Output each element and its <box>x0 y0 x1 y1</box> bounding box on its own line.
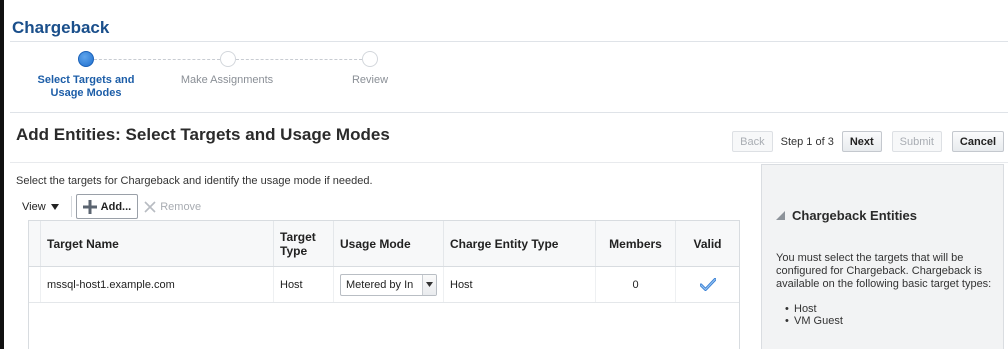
table-toolbar: View Add... Remove <box>18 192 262 221</box>
dropdown-arrow-icon[interactable] <box>422 274 436 295</box>
usage-mode-select[interactable]: Metered by In <box>340 273 437 296</box>
section-divider <box>10 112 1008 113</box>
remove-button[interactable]: Remove <box>138 201 207 213</box>
cell-target-type: Host <box>274 267 334 302</box>
table-header-row: Target Name Target Type Usage Mode Charg… <box>29 221 739 267</box>
usage-mode-value: Metered by In <box>346 278 414 291</box>
page-title: Add Entities: Select Targets and Usage M… <box>16 125 390 144</box>
column-header-members[interactable]: Members <box>596 221 676 266</box>
list-item: Host <box>785 303 998 315</box>
back-button[interactable]: Back <box>732 131 773 152</box>
train-label-make-assignments[interactable]: Make Assignments <box>162 74 292 87</box>
train-nav-bar: Back Step 1 of 3 Next Submit Cancel <box>732 131 1004 152</box>
row-selector-header <box>29 221 41 266</box>
caret-down-icon <box>50 203 59 210</box>
column-header-target-type[interactable]: Target Type <box>274 221 334 266</box>
panel-description: You must select the targets that will be… <box>776 252 992 290</box>
submit-button[interactable]: Submit <box>891 131 942 152</box>
cell-charge-entity-type: Host <box>444 267 596 302</box>
header-line: Target <box>280 229 316 244</box>
app-title: Chargeback <box>12 18 110 37</box>
targets-table: Target Name Target Type Usage Mode Charg… <box>28 220 740 349</box>
title-divider <box>10 41 1008 42</box>
train-stop-select-targets[interactable] <box>78 51 94 67</box>
column-header-target-name[interactable]: Target Name <box>41 221 274 266</box>
cell-members: 0 <box>596 267 676 302</box>
train-stop-make-assignments[interactable] <box>220 51 236 67</box>
view-menu-label: View <box>22 200 46 213</box>
panel-header[interactable]: Chargeback Entities <box>776 208 917 223</box>
list-item: VM Guest <box>785 315 998 327</box>
row-selector[interactable] <box>29 267 41 302</box>
column-header-usage-mode[interactable]: Usage Mode <box>334 221 444 266</box>
plus-icon <box>82 199 97 214</box>
remove-x-icon <box>144 200 156 213</box>
train-label-line: Select Targets and <box>37 74 135 86</box>
add-button-label: Add... <box>100 200 132 213</box>
train-label-line: Usage Modes <box>50 87 122 99</box>
cell-usage-mode: Metered by In <box>334 267 444 302</box>
header-line: Type <box>280 243 308 258</box>
checkmark-icon <box>699 278 716 291</box>
toolbar-separator <box>70 196 72 217</box>
panel-body: You must select the targets that will be… <box>776 252 998 327</box>
view-menu[interactable]: View <box>18 201 67 213</box>
train-stop-review[interactable] <box>362 51 378 67</box>
chargeback-entities-panel: Chargeback Entities You must select the … <box>761 164 1004 349</box>
train-label-select-targets[interactable]: Select Targets and Usage Modes <box>25 74 147 100</box>
train-connector <box>94 59 220 60</box>
next-button[interactable]: Next <box>841 131 882 152</box>
window-frame-edge <box>0 0 4 349</box>
column-header-charge-entity-type[interactable]: Charge Entity Type <box>444 221 596 266</box>
train-connector <box>236 59 362 60</box>
content-divider <box>10 162 1008 163</box>
panel-title: Chargeback Entities <box>792 208 917 223</box>
cell-valid <box>676 267 739 302</box>
step-indicator: Step 1 of 3 <box>780 135 834 148</box>
target-types-list: Host VM Guest <box>776 303 998 327</box>
column-header-valid[interactable]: Valid <box>676 221 739 266</box>
cell-target-name: mssql-host1.example.com <box>41 267 274 302</box>
table-row[interactable]: mssql-host1.example.com Host Metered by … <box>29 267 739 303</box>
cancel-button[interactable]: Cancel <box>951 131 1004 152</box>
remove-button-label: Remove <box>160 200 202 213</box>
instructions-text: Select the targets for Chargeback and id… <box>16 175 373 187</box>
train-label-review[interactable]: Review <box>330 74 410 87</box>
collapse-triangle-icon[interactable] <box>776 211 785 220</box>
add-button[interactable]: Add... <box>75 194 139 219</box>
